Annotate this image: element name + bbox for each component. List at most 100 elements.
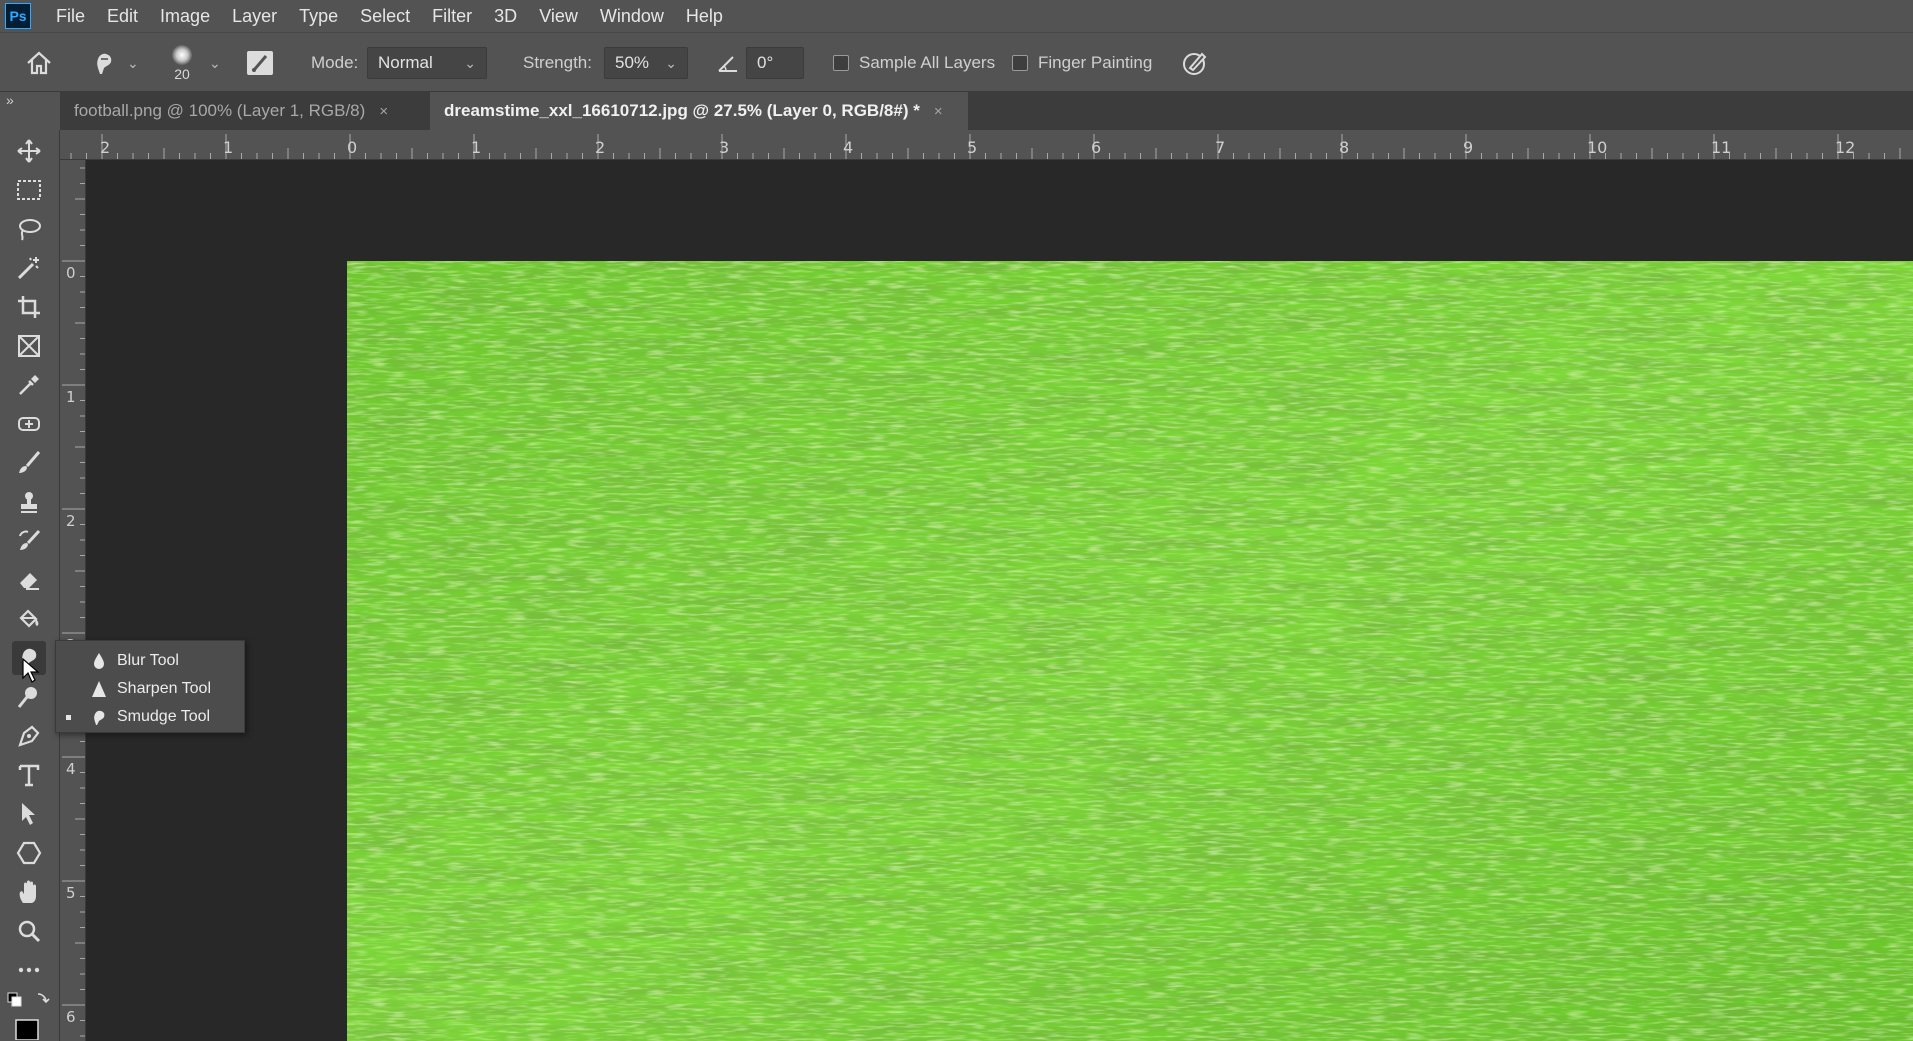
blur-drop-icon: [94, 653, 104, 669]
vertical-ruler: 0 1 2 3 4 5 6: [60, 160, 86, 1041]
document-tab-bar: football.png @ 100% (Layer 1, RGB/8) × d…: [60, 92, 1913, 130]
zoom-tool-icon[interactable]: [12, 914, 46, 948]
angle-field[interactable]: 0°: [746, 47, 804, 79]
tool-preset-chevron-icon[interactable]: ⌄: [127, 33, 139, 93]
finger-painting-checkbox[interactable]: Finger Painting: [1012, 33, 1152, 93]
brush-preset-picker[interactable]: 20: [172, 33, 192, 93]
flyout-item-sharpen-tool[interactable]: Sharpen Tool: [56, 675, 244, 703]
ruler-label: 2: [100, 138, 111, 157]
ruler-label: 1: [471, 138, 482, 157]
active-bullet-icon: [66, 715, 71, 720]
tab-label: football.png @ 100% (Layer 1, RGB/8): [74, 101, 366, 120]
ruler-label: 4: [843, 138, 854, 157]
panel-expander[interactable]: »: [0, 92, 60, 130]
menu-type[interactable]: Type: [288, 0, 349, 32]
menu-edit[interactable]: Edit: [96, 0, 149, 32]
ruler-label: 9: [1463, 138, 1474, 157]
tools-panel: [0, 130, 60, 1041]
path-selection-tool-icon[interactable]: [12, 797, 46, 831]
mode-value: Normal: [378, 53, 433, 72]
flyout-item-blur-tool[interactable]: Blur Tool: [56, 647, 244, 675]
strength-value: 50%: [615, 53, 650, 72]
ruler-label: 0: [66, 264, 76, 282]
flyout-item-label: Smudge Tool: [117, 708, 211, 725]
ruler-label: 6: [66, 1008, 76, 1026]
ruler-label: 0: [347, 138, 358, 157]
grass-image[interactable]: [347, 261, 1913, 1041]
lasso-tool-icon[interactable]: [12, 212, 46, 246]
tab-label: dreamstime_xxl_16610712.jpg @ 27.5% (Lay…: [444, 101, 920, 120]
mouse-cursor-icon: [22, 658, 40, 683]
pressure-pen-icon[interactable]: [1182, 33, 1208, 93]
more-tools-icon[interactable]: [12, 953, 46, 987]
mode-dropdown[interactable]: Normal ⌄: [367, 47, 487, 79]
close-icon[interactable]: ×: [379, 103, 388, 120]
history-brush-tool-icon[interactable]: [12, 524, 46, 558]
canvas-area[interactable]: [86, 160, 1913, 1041]
ruler-label: 5: [967, 138, 978, 157]
marquee-tool-icon[interactable]: [12, 173, 46, 207]
shape-tool-icon[interactable]: [12, 836, 46, 870]
ruler-label: 2: [595, 138, 606, 157]
eraser-tool-icon[interactable]: [12, 563, 46, 597]
brush-tool-icon[interactable]: [12, 446, 46, 480]
menu-view[interactable]: View: [528, 0, 589, 32]
menu-filter[interactable]: Filter: [421, 0, 483, 32]
smudge-finger-icon: [94, 710, 105, 725]
menu-bar: Ps File Edit Image Layer Type Select Fil…: [0, 0, 1913, 32]
menu-window[interactable]: Window: [589, 0, 675, 32]
brush-settings-panel-icon[interactable]: [246, 33, 274, 93]
move-tool-icon[interactable]: [12, 134, 46, 168]
menu-layer[interactable]: Layer: [221, 0, 288, 32]
mode-chevron-icon: ⌄: [464, 54, 476, 71]
menu-help[interactable]: Help: [675, 0, 734, 32]
hand-tool-icon[interactable]: [12, 875, 46, 909]
strength-chevron-icon[interactable]: ⌄: [665, 55, 677, 72]
close-icon[interactable]: ×: [934, 103, 943, 120]
pen-tool-icon[interactable]: [12, 719, 46, 753]
frame-tool-icon[interactable]: [12, 329, 46, 363]
color-swatches[interactable]: [6, 990, 54, 1041]
home-icon[interactable]: [26, 33, 52, 93]
ruler-label: 6: [1091, 138, 1102, 157]
dodge-tool-icon[interactable]: [12, 680, 46, 714]
sample-all-layers-checkbox[interactable]: Sample All Layers: [833, 33, 995, 93]
ruler-ticks: [62, 167, 85, 1037]
brush-preset-chevron-icon[interactable]: ⌄: [209, 33, 221, 93]
ruler-label: 11: [1711, 138, 1732, 157]
tool-preset-smudge-icon[interactable]: [92, 33, 116, 93]
brush-size-value: 20: [174, 65, 190, 82]
magic-wand-tool-icon[interactable]: [12, 251, 46, 285]
eyedropper-tool-icon[interactable]: [12, 368, 46, 402]
menu-file[interactable]: File: [45, 0, 96, 32]
menu-3d[interactable]: 3D: [483, 0, 528, 32]
sharpen-triangle-icon: [92, 681, 106, 697]
type-tool-icon[interactable]: [12, 758, 46, 792]
tab-football[interactable]: football.png @ 100% (Layer 1, RGB/8) ×: [60, 92, 430, 130]
toning-tools-flyout: Blur Tool Sharpen Tool Smudge Tool: [55, 640, 245, 733]
menu-select[interactable]: Select: [349, 0, 421, 32]
sample-all-layers-box[interactable]: [833, 55, 849, 71]
mode-label: Mode:: [311, 53, 359, 72]
ruler-label: 10: [1587, 138, 1608, 157]
ruler-ticks: [70, 134, 1901, 159]
ruler-label: 8: [1339, 138, 1350, 157]
flyout-item-label: Blur Tool: [117, 652, 179, 669]
spot-healing-tool-icon[interactable]: [12, 407, 46, 441]
clone-stamp-tool-icon[interactable]: [12, 485, 46, 519]
photoshop-logo: Ps: [5, 3, 31, 29]
tab-dreamstime[interactable]: dreamstime_xxl_16610712.jpg @ 27.5% (Lay…: [430, 92, 968, 130]
strength-field[interactable]: 50% ⌄: [604, 47, 688, 79]
ruler-label: 2: [66, 512, 76, 530]
finger-painting-box[interactable]: [1012, 55, 1028, 71]
ruler-label: 1: [66, 388, 76, 406]
flyout-item-smudge-tool[interactable]: Smudge Tool: [56, 703, 244, 731]
finger-painting-label: Finger Painting: [1038, 53, 1153, 72]
ruler-label: 12: [1835, 138, 1856, 157]
paint-bucket-tool-icon[interactable]: [12, 602, 46, 636]
crop-tool-icon[interactable]: [12, 290, 46, 324]
brush-tip-icon: [172, 44, 192, 65]
menu-image[interactable]: Image: [149, 0, 221, 32]
options-bar: ⌄ 20 ⌄ Mode: Normal ⌄ Strength: 50% ⌄ 0°…: [0, 32, 1913, 92]
flyout-item-label: Sharpen Tool: [117, 680, 211, 697]
